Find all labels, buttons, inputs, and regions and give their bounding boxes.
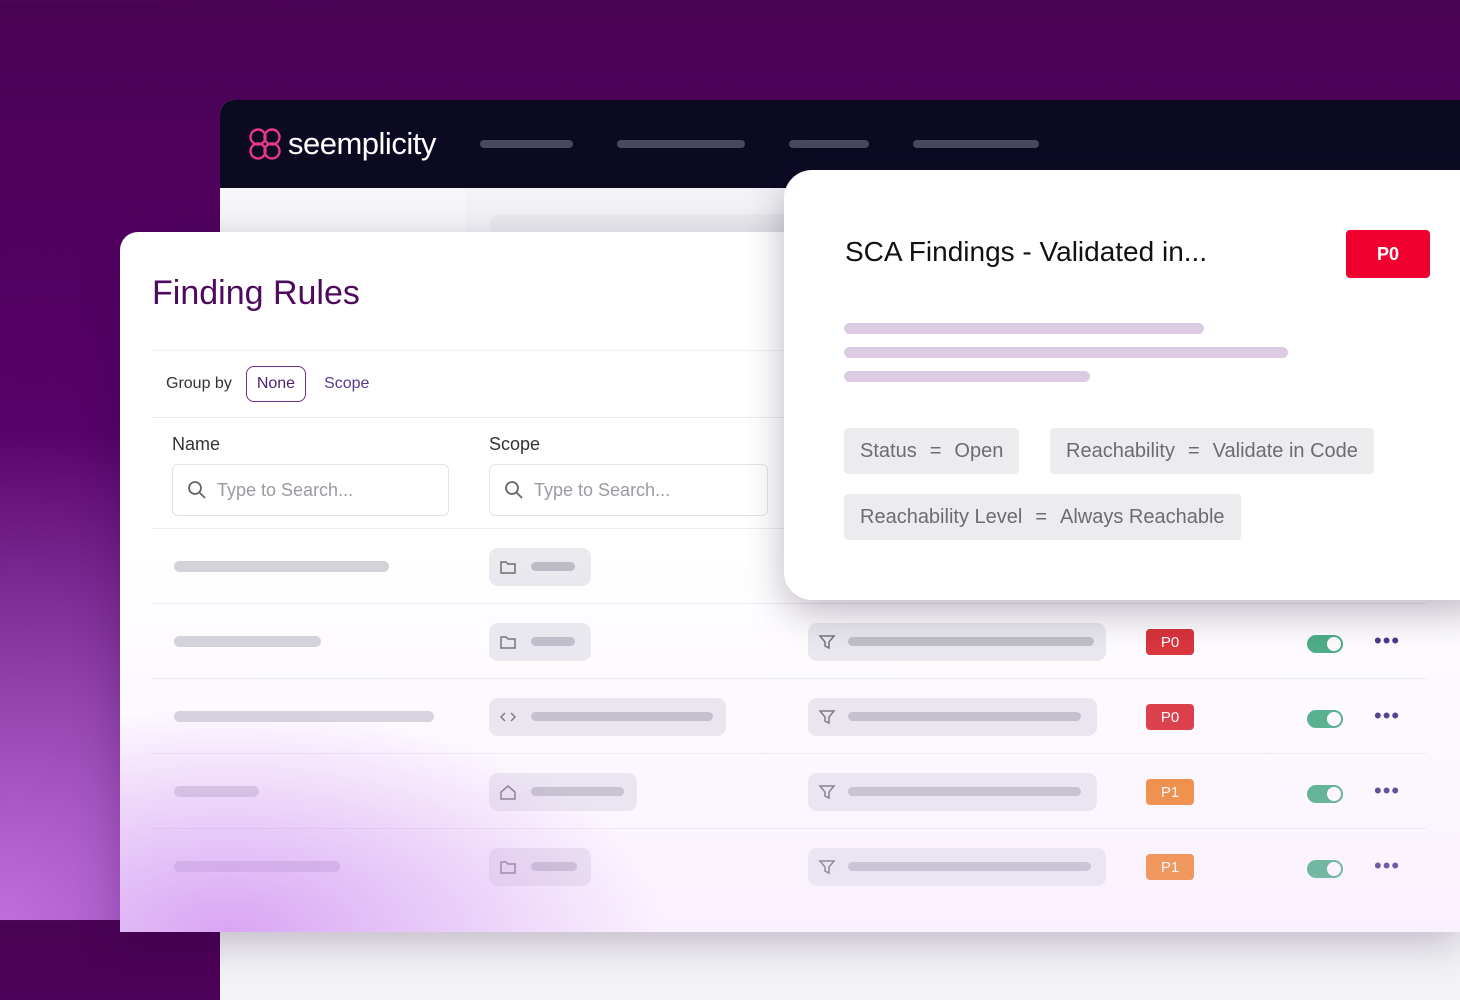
- priority-badge: P0: [1346, 230, 1430, 278]
- filter-text-placeholder: [848, 712, 1081, 721]
- logo[interactable]: seemplicity: [248, 126, 436, 162]
- filter-field: Reachability Level: [860, 505, 1023, 528]
- filter-chip[interactable]: [808, 848, 1106, 886]
- rule-enabled-toggle[interactable]: [1307, 710, 1343, 728]
- filter-icon: [818, 710, 836, 725]
- scope-search-input[interactable]: Type to Search...: [489, 464, 768, 516]
- folder-icon: [500, 861, 516, 874]
- table-row[interactable]: P0 •••: [152, 678, 1426, 754]
- group-by-label: Group by: [166, 375, 232, 392]
- filter-chip[interactable]: [808, 773, 1097, 811]
- table-row[interactable]: P0 •••: [152, 603, 1426, 679]
- group-by-none-option[interactable]: None: [245, 366, 307, 402]
- rule-name-placeholder: [174, 561, 389, 572]
- filter-text-placeholder: [848, 637, 1094, 646]
- search-icon: [505, 481, 523, 499]
- scope-chip[interactable]: [489, 548, 591, 586]
- filter-condition-status: Status = Open: [844, 428, 1020, 474]
- rule-enabled-toggle[interactable]: [1307, 635, 1343, 653]
- priority-badge: P0: [1146, 629, 1194, 655]
- scope-chip[interactable]: [489, 848, 591, 886]
- scope-text-placeholder: [531, 862, 577, 871]
- column-header-name[interactable]: Name: [172, 434, 220, 455]
- rule-enabled-toggle[interactable]: [1307, 785, 1343, 803]
- more-options-icon[interactable]: •••: [1374, 705, 1400, 727]
- folder-icon: [500, 636, 516, 649]
- filter-operator: =: [1035, 505, 1048, 528]
- filter-text-placeholder: [848, 787, 1081, 796]
- search-icon: [188, 481, 206, 499]
- description-placeholder-line: [844, 347, 1288, 358]
- scope-text-placeholder: [531, 637, 575, 646]
- filter-icon: [818, 635, 836, 650]
- home-icon: [500, 785, 516, 800]
- filter-icon: [818, 860, 836, 875]
- seemplicity-logo-icon: [249, 128, 281, 160]
- page-title: Finding Rules: [152, 274, 360, 312]
- nav-item-2[interactable]: [616, 140, 745, 148]
- name-search-input[interactable]: Type to Search...: [172, 464, 449, 516]
- priority-badge: P1: [1146, 779, 1194, 805]
- filter-chip[interactable]: [808, 623, 1106, 661]
- nav-item-4[interactable]: [912, 140, 1039, 148]
- name-search-placeholder: Type to Search...: [217, 479, 354, 500]
- scope-search-placeholder: Type to Search...: [534, 479, 671, 500]
- description-placeholder-line: [844, 323, 1204, 334]
- priority-badge: P1: [1146, 854, 1194, 880]
- filter-condition-reachability: Reachability = Validate in Code: [1050, 428, 1374, 474]
- more-options-icon[interactable]: •••: [1374, 780, 1400, 802]
- filter-condition-reachability-level: Reachability Level = Always Reachable: [844, 494, 1241, 540]
- rule-name-placeholder: [174, 636, 321, 647]
- folder-icon: [500, 561, 516, 574]
- column-header-scope[interactable]: Scope: [489, 434, 540, 455]
- more-options-icon[interactable]: •••: [1374, 855, 1400, 877]
- filter-value: Always Reachable: [1060, 505, 1225, 528]
- scope-chip[interactable]: [489, 623, 591, 661]
- filter-value: Validate in Code: [1212, 439, 1358, 462]
- logo-text: seemplicity: [288, 126, 436, 161]
- filter-field: Reachability: [1066, 439, 1175, 462]
- filter-operator: =: [1187, 439, 1200, 462]
- filter-icon: [818, 785, 836, 800]
- rule-detail-card: SCA Findings - Validated in... P0 Status…: [784, 170, 1460, 600]
- scope-chip[interactable]: [489, 773, 637, 811]
- rule-name-placeholder: [174, 786, 259, 797]
- scope-text-placeholder: [531, 562, 575, 571]
- filter-chip[interactable]: [808, 698, 1097, 736]
- group-by-scope-option[interactable]: Scope: [324, 375, 369, 393]
- scope-text-placeholder: [531, 787, 624, 796]
- rule-name-placeholder: [174, 711, 434, 722]
- rule-enabled-toggle[interactable]: [1307, 860, 1343, 878]
- scope-text-placeholder: [531, 712, 713, 721]
- filter-field: Status: [860, 439, 917, 462]
- table-row[interactable]: P1 •••: [152, 753, 1426, 829]
- filter-text-placeholder: [848, 862, 1091, 871]
- filter-value: Open: [954, 439, 1004, 462]
- filter-operator: =: [929, 439, 942, 462]
- scope-chip[interactable]: [489, 698, 726, 736]
- rule-name-placeholder: [174, 861, 340, 872]
- table-row[interactable]: P1 •••: [152, 828, 1426, 904]
- priority-badge: P0: [1146, 704, 1194, 730]
- nav-item-1[interactable]: [479, 140, 573, 148]
- nav-item-3[interactable]: [788, 140, 869, 148]
- description-placeholder-line: [844, 371, 1090, 382]
- code-icon: [499, 712, 517, 722]
- rule-title: SCA Findings - Validated in...: [845, 236, 1208, 267]
- more-options-icon[interactable]: •••: [1374, 630, 1400, 652]
